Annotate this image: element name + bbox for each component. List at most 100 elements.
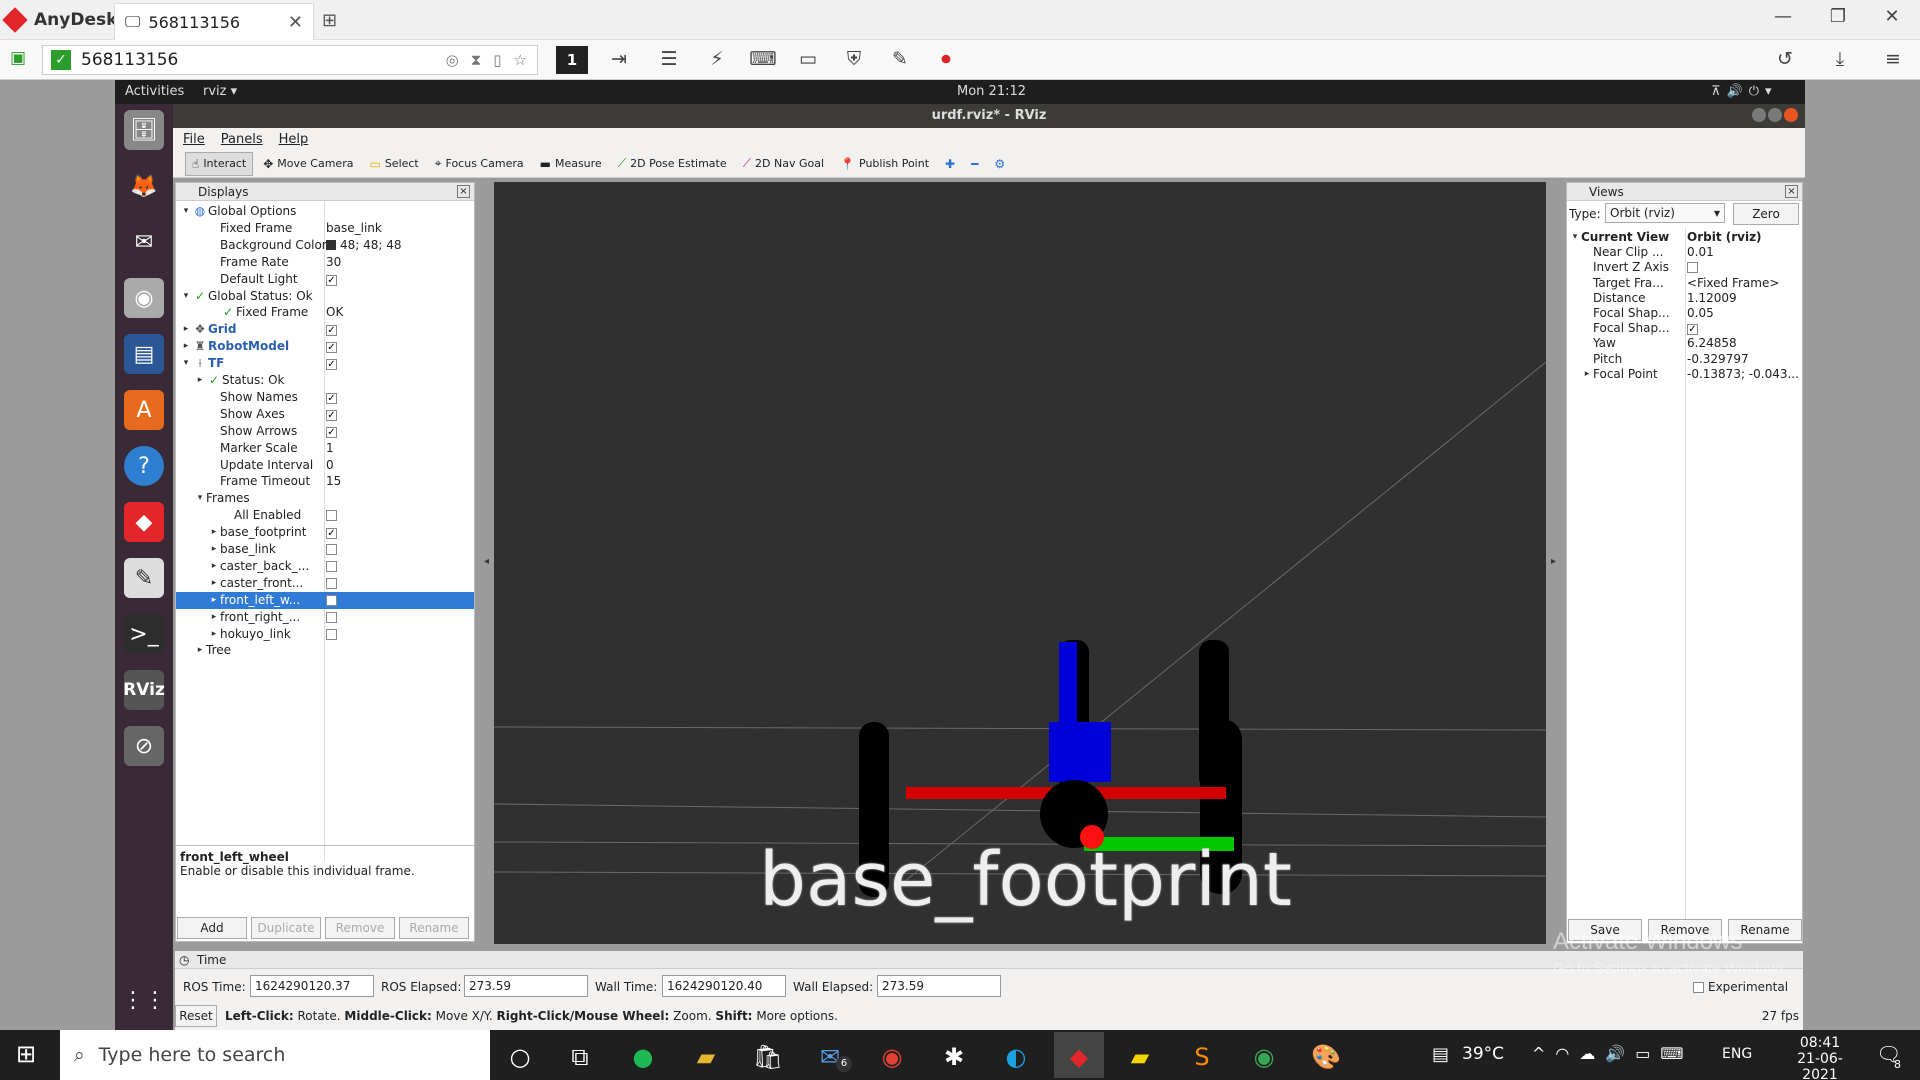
keyboard-icon[interactable]: ⌨ xyxy=(748,48,778,70)
display-row[interactable]: ▸ hokuyo_link xyxy=(176,626,474,643)
tray-icons[interactable]: ^◠☁🔊▭⌨ xyxy=(1532,1044,1694,1063)
close-tab-icon[interactable]: ✕ xyxy=(288,12,303,33)
3d-viewport[interactable]: base_footprint xyxy=(494,182,1546,944)
slack-icon[interactable]: ✱ xyxy=(936,1039,972,1075)
checkbox[interactable]: ✓ xyxy=(326,528,337,540)
privacy-icon[interactable]: ◎ xyxy=(446,51,459,69)
checkbox[interactable]: ✓ xyxy=(326,274,337,286)
tool-measure[interactable]: ▬ Measure xyxy=(534,153,608,175)
display-row[interactable]: ▸ caster_back_... xyxy=(176,558,474,575)
checkbox[interactable]: ✓ xyxy=(326,426,337,438)
display-icon[interactable]: ▭ xyxy=(793,48,823,70)
address-bar[interactable]: ✓ 568113156 ◎ ⧗ ▯ ☆ xyxy=(42,45,538,75)
taskbar-search[interactable]: ⌕ Type here to search xyxy=(60,1030,490,1080)
text-editor-icon[interactable]: ✎ xyxy=(124,558,164,598)
windows-start-icon[interactable]: ⊞ xyxy=(16,1040,36,1068)
reset-button[interactable]: Reset xyxy=(175,1005,217,1027)
collapse-left-icon[interactable]: ◂ xyxy=(484,556,489,567)
tool-settings-button[interactable]: ⚙ xyxy=(988,153,1011,175)
ros-elapsed-field[interactable]: 273.59 xyxy=(464,975,588,997)
checkbox[interactable] xyxy=(326,594,337,606)
permissions-icon[interactable]: ⛨ xyxy=(839,48,869,70)
writer-icon[interactable]: ▤ xyxy=(124,334,164,374)
display-row[interactable]: Show Names ✓ xyxy=(176,389,474,406)
cortana-icon[interactable]: ○ xyxy=(502,1039,538,1075)
restore-icon[interactable]: ❐ xyxy=(1818,6,1858,27)
weather-icon[interactable]: ▤ xyxy=(1432,1044,1449,1065)
system-monitor-icon[interactable]: ⊘ xyxy=(124,726,164,766)
chrome-icon[interactable]: ◉ xyxy=(874,1039,910,1075)
close-panel-icon[interactable]: × xyxy=(457,185,470,198)
display-row[interactable]: ▸ base_footprint ✓ xyxy=(176,524,474,541)
hourglass-icon[interactable]: ⧗ xyxy=(471,51,482,69)
display-row[interactable]: ▾ ⟊ TF ✓ xyxy=(176,355,474,372)
add-tool-button[interactable]: ✚ xyxy=(939,153,961,175)
expand-right-icon[interactable]: ▸ xyxy=(208,626,220,643)
star-icon[interactable]: ☆ xyxy=(514,51,527,69)
checkbox[interactable]: ✓ xyxy=(1687,324,1698,336)
chrome-profile-icon[interactable]: ◉ xyxy=(1246,1039,1282,1075)
expand-down-icon[interactable]: ▾ xyxy=(180,203,192,220)
download-icon[interactable]: ⤓ xyxy=(1825,48,1855,70)
display-row[interactable]: Fixed Frame base_link xyxy=(176,220,474,237)
display-row[interactable]: ▾ Frames xyxy=(176,490,474,507)
rviz-close-icon[interactable] xyxy=(1784,108,1798,122)
expand-down-icon[interactable]: ▾ xyxy=(180,355,192,372)
terminal-icon[interactable]: >_ xyxy=(124,614,164,654)
checkbox[interactable]: ✓ xyxy=(326,342,337,354)
language-indicator[interactable]: ENG xyxy=(1722,1046,1752,1062)
expand-right-icon[interactable]: ▸ xyxy=(180,321,192,338)
firefox-icon[interactable]: 🦊 xyxy=(124,166,164,206)
display-row[interactable]: ▸ ✓ Status: Ok xyxy=(176,372,474,389)
display-row[interactable]: Background Color 48; 48; 48 xyxy=(176,237,474,254)
sticky-notes-icon[interactable]: ▰ xyxy=(1122,1039,1158,1075)
display-row[interactable]: Default Light ✓ xyxy=(176,271,474,288)
color-swatch[interactable] xyxy=(326,240,336,251)
add-button[interactable]: Add xyxy=(177,917,247,939)
checkbox[interactable]: ✓ xyxy=(326,392,337,404)
expand-right-icon[interactable]: ▸ xyxy=(1581,366,1593,383)
display-row[interactable]: ▸ base_link xyxy=(176,541,474,558)
display-row[interactable]: ▸ ♜ RobotModel ✓ xyxy=(176,338,474,355)
show-apps-icon[interactable]: ⋮⋮ xyxy=(122,980,166,1020)
chat-icon[interactable]: ☰ xyxy=(654,48,684,70)
rviz-dock-icon[interactable]: RViz xyxy=(123,670,165,710)
checkbox[interactable] xyxy=(326,628,337,640)
display-row[interactable]: Frame Rate 30 xyxy=(176,254,474,271)
view-property-value[interactable]: -0.13873; -0.043... xyxy=(1687,366,1799,383)
display-select-button[interactable]: 1 xyxy=(556,46,588,74)
wall-time-field[interactable]: 1624290120.40 xyxy=(662,975,786,997)
display-row-value[interactable]: 15 xyxy=(326,473,341,490)
close-window-icon[interactable]: ✕ xyxy=(1872,6,1912,27)
file-explorer-icon[interactable]: ▰ xyxy=(688,1039,724,1075)
files-cabinet-icon[interactable]: 🗄 xyxy=(124,110,164,150)
thunderbird-icon[interactable]: ✉ xyxy=(124,222,164,262)
paint-icon[interactable]: 🎨 xyxy=(1308,1039,1344,1075)
help-icon[interactable]: ? xyxy=(124,446,164,486)
history-icon[interactable]: ↺ xyxy=(1770,48,1800,70)
display-row[interactable]: Show Arrows ✓ xyxy=(176,423,474,440)
checkbox[interactable] xyxy=(326,510,337,522)
anydesk-dock-icon[interactable]: ◆ xyxy=(124,502,164,542)
display-row[interactable]: Frame Timeout 15 xyxy=(176,473,474,490)
rhythmbox-icon[interactable]: ◉ xyxy=(124,278,164,318)
expand-right-icon[interactable]: ▸ xyxy=(208,524,220,541)
tool-select[interactable]: ▭ Select xyxy=(363,153,424,175)
display-row[interactable]: ▸ front_right_... xyxy=(176,609,474,626)
checkbox[interactable] xyxy=(326,611,337,623)
tool-focus-camera[interactable]: ⌖ Focus Camera xyxy=(429,152,530,175)
expand-right-icon[interactable]: ▸ xyxy=(208,558,220,575)
new-tab-icon[interactable]: ⊞ xyxy=(322,10,337,31)
display-row[interactable]: All Enabled xyxy=(176,507,474,524)
menu-icon[interactable]: ≡ xyxy=(1878,48,1908,70)
checkbox[interactable]: ✓ xyxy=(326,359,337,371)
wall-elapsed-field[interactable]: 273.59 xyxy=(877,975,1001,997)
remove-button[interactable]: Remove xyxy=(325,917,395,939)
file-icon[interactable]: ▯ xyxy=(493,51,501,69)
system-tray-icons[interactable]: ⊼🔊⏻▾ xyxy=(1711,84,1778,99)
file-transfer-icon[interactable]: ⇥ xyxy=(604,48,634,70)
expand-down-icon[interactable]: ▾ xyxy=(194,490,206,507)
tool-2d-pose-estimate[interactable]: ⟋ 2D Pose Estimate xyxy=(612,152,733,175)
menu-help[interactable]: Help xyxy=(279,132,309,147)
edge-icon[interactable]: ◐ xyxy=(998,1039,1034,1075)
